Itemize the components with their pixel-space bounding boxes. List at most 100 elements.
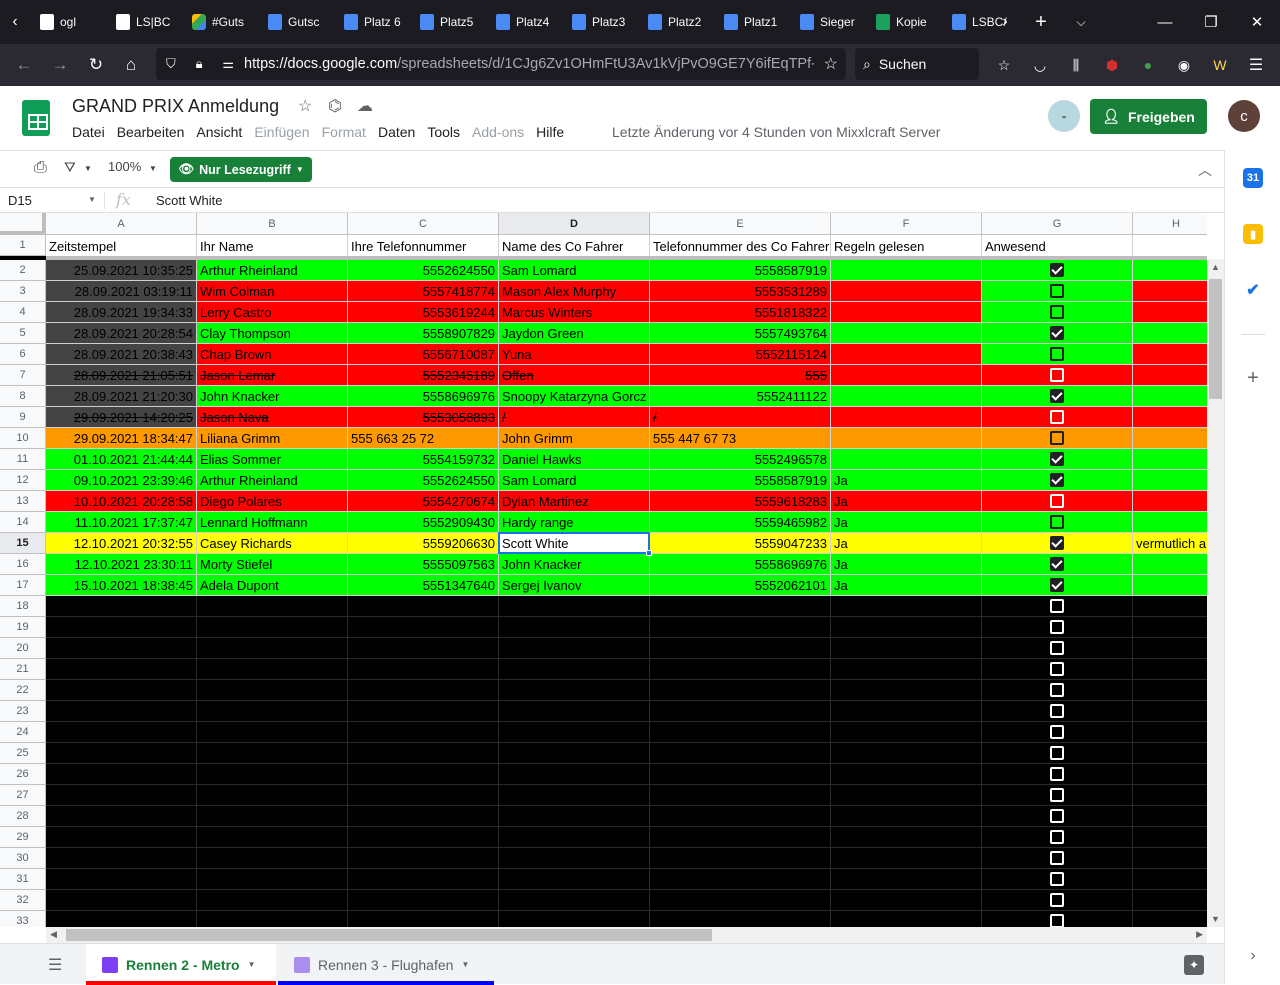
menu-item-datei[interactable]: Datei: [72, 124, 112, 140]
menu-item-tools[interactable]: Tools: [427, 124, 467, 140]
empty-cell[interactable]: [499, 701, 650, 722]
header-cell[interactable]: Regeln gelesen: [831, 235, 982, 256]
header-cell[interactable]: Anwesend: [982, 235, 1133, 256]
anwesend-checkbox[interactable]: [1050, 284, 1064, 298]
table-cell-c[interactable]: 5553058893: [348, 407, 499, 428]
table-cell-a[interactable]: 29.09.2021 18:34:47: [46, 428, 197, 449]
empty-cell[interactable]: [348, 848, 499, 869]
vertical-scroll-thumb[interactable]: [1209, 279, 1222, 399]
header-cell[interactable]: Ihre Telefonnummer: [348, 235, 499, 256]
empty-cell[interactable]: [831, 596, 982, 617]
zoom-dropdown-icon[interactable]: ▼: [149, 164, 157, 173]
scroll-down-icon[interactable]: ▼: [1211, 914, 1220, 924]
table-cell-f[interactable]: Ja: [831, 512, 982, 533]
row-header[interactable]: 20: [0, 638, 46, 659]
empty-cell[interactable]: [499, 827, 650, 848]
row-header[interactable]: 24: [0, 722, 46, 743]
anwesend-checkbox[interactable]: [1050, 725, 1064, 739]
empty-cell[interactable]: [499, 764, 650, 785]
table-cell-f[interactable]: [831, 344, 982, 365]
table-cell-d[interactable]: Snoopy Katarzyna Gorcz: [499, 386, 650, 407]
table-cell-h[interactable]: [1133, 428, 1207, 449]
table-cell-h[interactable]: [1133, 470, 1207, 491]
table-cell-c[interactable]: 5554159732: [348, 449, 499, 470]
empty-cell[interactable]: [348, 806, 499, 827]
table-cell-d[interactable]: Mason Alex Murphy: [499, 281, 650, 302]
url-bar[interactable]: ⛉ 🔒︎ ⚌ https://docs.google.com/spreadshe…: [156, 48, 846, 80]
empty-cell[interactable]: [650, 827, 831, 848]
table-cell-a[interactable]: 10.10.2021 20:28:58: [46, 491, 197, 512]
column-header-b[interactable]: B: [197, 213, 348, 235]
column-header-d[interactable]: D: [499, 213, 650, 235]
table-cell-e[interactable]: 5552496578: [650, 449, 831, 470]
table-cell-d[interactable]: Jaydon Green: [499, 323, 650, 344]
privacy-badger-icon[interactable]: ◉: [1166, 44, 1202, 86]
empty-cell[interactable]: [1133, 659, 1207, 680]
table-cell-h[interactable]: [1133, 365, 1207, 386]
sheet-tab-menu-icon[interactable]: ▼: [248, 960, 256, 969]
empty-cell[interactable]: [650, 869, 831, 890]
table-cell-a[interactable]: 28.09.2021 21:20:30: [46, 386, 197, 407]
table-cell-e[interactable]: 5558587919: [650, 470, 831, 491]
table-cell-d[interactable]: /: [499, 407, 650, 428]
empty-cell[interactable]: [197, 743, 348, 764]
table-cell-c[interactable]: 5553619244: [348, 302, 499, 323]
minimize-icon[interactable]: —: [1142, 0, 1188, 44]
table-cell-d[interactable]: Dylan Martinez: [499, 491, 650, 512]
table-cell-d[interactable]: Sam Lomard: [499, 260, 650, 281]
empty-cell[interactable]: [831, 890, 982, 911]
empty-cell[interactable]: [499, 785, 650, 806]
empty-cell[interactable]: [46, 617, 197, 638]
table-cell-e[interactable]: 5559618283: [650, 491, 831, 512]
empty-cell[interactable]: [348, 911, 499, 927]
empty-cell[interactable]: [197, 659, 348, 680]
row-header[interactable]: 3: [0, 281, 46, 302]
empty-cell[interactable]: [1133, 785, 1207, 806]
add-addon-icon[interactable]: +: [1243, 367, 1263, 389]
table-cell-c[interactable]: 5556710087: [348, 344, 499, 365]
row-header[interactable]: 32: [0, 890, 46, 911]
empty-cell[interactable]: [831, 722, 982, 743]
table-cell-a[interactable]: 28.09.2021 21:05:51: [46, 365, 197, 386]
menu-item-daten[interactable]: Daten: [378, 124, 422, 140]
browser-tab[interactable]: Sieger: [790, 0, 866, 44]
empty-cell[interactable]: [348, 764, 499, 785]
empty-cell[interactable]: [197, 596, 348, 617]
anwesend-checkbox[interactable]: [1050, 788, 1064, 802]
keep-icon[interactable]: ▮: [1243, 224, 1263, 244]
row-header[interactable]: 9: [0, 407, 46, 428]
anwesend-checkbox[interactable]: [1050, 872, 1064, 886]
anwesend-checkbox[interactable]: [1050, 599, 1064, 613]
empty-cell[interactable]: [1133, 764, 1207, 785]
empty-cell[interactable]: [650, 596, 831, 617]
header-cell[interactable]: Zeitstempel: [46, 235, 197, 256]
row-header[interactable]: 19: [0, 617, 46, 638]
anwesend-checkbox[interactable]: [1050, 452, 1064, 466]
empty-cell[interactable]: [499, 848, 650, 869]
row-header[interactable]: 23: [0, 701, 46, 722]
bookmarks-icon[interactable]: ☆: [986, 44, 1022, 86]
filter-dropdown-icon[interactable]: ▼: [84, 164, 92, 173]
table-cell-a[interactable]: 09.10.2021 23:39:46: [46, 470, 197, 491]
table-cell-e[interactable]: 5552411122: [650, 386, 831, 407]
empty-cell[interactable]: [46, 785, 197, 806]
empty-cell[interactable]: [348, 743, 499, 764]
table-cell-b[interactable]: Liliana Grimm: [197, 428, 348, 449]
empty-cell[interactable]: [1133, 596, 1207, 617]
close-window-icon[interactable]: ✕: [1234, 0, 1280, 44]
empty-cell[interactable]: [46, 743, 197, 764]
table-cell-a[interactable]: 12.10.2021 23:30:11: [46, 554, 197, 575]
empty-cell[interactable]: [46, 638, 197, 659]
table-cell-c[interactable]: 5552624550: [348, 260, 499, 281]
table-cell-f[interactable]: [831, 449, 982, 470]
anwesend-checkbox[interactable]: [1050, 809, 1064, 823]
shield-icon[interactable]: ⛉: [166, 56, 176, 72]
empty-cell[interactable]: [1133, 701, 1207, 722]
empty-cell[interactable]: [499, 617, 650, 638]
empty-cell[interactable]: [831, 827, 982, 848]
empty-cell[interactable]: [197, 806, 348, 827]
empty-cell[interactable]: [46, 596, 197, 617]
table-cell-a[interactable]: 28.09.2021 19:34:33: [46, 302, 197, 323]
menu-item-bearbeiten[interactable]: Bearbeiten: [117, 124, 192, 140]
empty-cell[interactable]: [348, 680, 499, 701]
